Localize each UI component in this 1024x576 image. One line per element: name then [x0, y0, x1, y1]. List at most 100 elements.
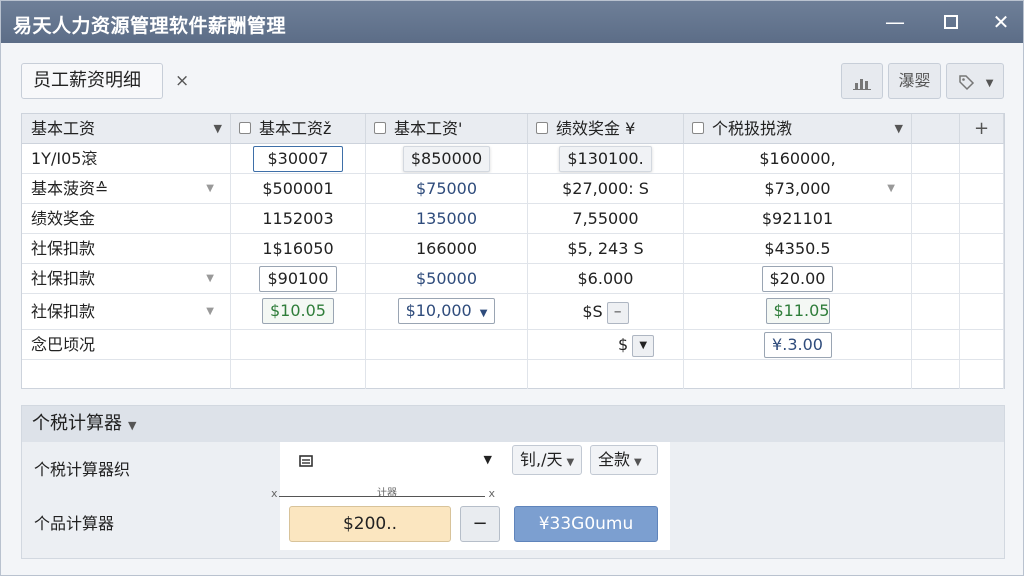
- table-cell[interactable]: $160000,: [684, 144, 912, 173]
- chart-button[interactable]: [841, 63, 883, 99]
- table-cell: [960, 144, 1004, 173]
- table-cell: [960, 174, 1004, 203]
- bar-chart-icon: [853, 78, 871, 90]
- cell-input[interactable]: $90100: [259, 266, 337, 292]
- table-cell[interactable]: $921101: [684, 204, 912, 233]
- toolbar-text-button[interactable]: 瀑婴: [888, 63, 941, 99]
- chevron-down-icon[interactable]: ▼: [632, 334, 655, 357]
- table-cell[interactable]: $ ▼: [528, 330, 684, 359]
- calculator-label-2: 个品计算器: [34, 514, 115, 533]
- table-cell[interactable]: $11.05: [684, 294, 912, 329]
- table-cell[interactable]: $20.00: [684, 264, 912, 293]
- table-cell[interactable]: $5, 243 S: [528, 234, 684, 263]
- chevron-down-icon: ▼: [566, 457, 575, 468]
- minus-button[interactable]: −: [606, 301, 629, 324]
- table-cell[interactable]: 7,55000: [528, 204, 684, 233]
- panel-header[interactable]: 个税计算器 ▼: [22, 406, 1004, 442]
- table-cell[interactable]: $10.05: [231, 294, 366, 329]
- calculator-scale: x 计器 x: [269, 487, 497, 502]
- cell-dropdown-value: $10,000: [405, 301, 472, 320]
- scale-left-mark: x: [271, 487, 278, 500]
- cell-input[interactable]: ¥.3.00: [763, 332, 832, 358]
- cell-value[interactable]: $130100.: [559, 146, 652, 172]
- amount-type-value: 全款: [598, 450, 631, 469]
- amount-type-select[interactable]: 全款 ▼: [590, 445, 658, 475]
- table-cell[interactable]: 1152003: [231, 204, 366, 233]
- table-cell: [912, 204, 960, 233]
- chevron-down-icon: ▼: [634, 457, 642, 468]
- table-cell[interactable]: $75000: [366, 174, 528, 203]
- table-cell[interactable]: $6.000: [528, 264, 684, 293]
- template-select[interactable]: ▼: [289, 445, 499, 475]
- table-cell[interactable]: $27,000: S: [528, 174, 684, 203]
- table-cell[interactable]: $90100: [231, 264, 366, 293]
- chevron-down-icon[interactable]: ▼: [887, 174, 895, 203]
- table-cell[interactable]: $30007: [231, 144, 366, 173]
- table-cell[interactable]: 1$16050: [231, 234, 366, 263]
- column-checkbox[interactable]: [239, 122, 251, 134]
- table-row: [22, 360, 1004, 390]
- chevron-down-icon[interactable]: ▼: [895, 114, 903, 143]
- chevron-down-icon[interactable]: ▼: [206, 264, 214, 293]
- tab-employee-salary[interactable]: 员工薪资明细: [21, 63, 163, 99]
- chevron-down-icon[interactable]: ▼: [206, 174, 214, 203]
- table-cell: [912, 174, 960, 203]
- maximize-icon: [944, 15, 958, 29]
- cell-input[interactable]: $11.05: [765, 298, 830, 324]
- table-cell[interactable]: [366, 330, 528, 359]
- cell-value: $: [618, 335, 629, 354]
- column-header-4[interactable]: 绩效奖金 ¥: [528, 114, 684, 144]
- scale-right-mark: x: [488, 487, 495, 500]
- cell-input[interactable]: $20.00: [761, 266, 834, 292]
- title-bar: 易天人力资源管理软件薪酬管理 — ✕: [1, 1, 1023, 43]
- column-header-1[interactable]: 基本工资 ▼: [22, 114, 231, 144]
- column-checkbox[interactable]: [374, 122, 386, 134]
- table-cell[interactable]: $10,000 ▼: [366, 294, 528, 329]
- column-checkbox[interactable]: [692, 122, 704, 134]
- cell-value[interactable]: $850000: [402, 146, 491, 172]
- column-header-label: 绩效奖金 ¥: [556, 119, 636, 138]
- column-header-5[interactable]: 个税扱捝漖 ▼: [684, 114, 912, 144]
- table-cell: [366, 360, 528, 389]
- chevron-down-icon[interactable]: ▼: [206, 294, 214, 329]
- table-cell[interactable]: $50000: [366, 264, 528, 293]
- table-cell[interactable]: $S −: [528, 294, 684, 329]
- amount-input[interactable]: $200..: [289, 506, 451, 542]
- period-select[interactable]: 钊,/天 ▼: [512, 445, 582, 475]
- row-label-text: 社保扣款: [31, 302, 96, 321]
- table-cell: [960, 360, 1004, 389]
- table-cell[interactable]: $500001: [231, 174, 366, 203]
- calculator-label-1: 个税计算器织: [34, 460, 131, 479]
- table-cell[interactable]: 135000: [366, 204, 528, 233]
- table-cell[interactable]: [231, 330, 366, 359]
- row-label: 社保扣款: [22, 234, 231, 263]
- cell-input[interactable]: $10.05: [262, 298, 334, 324]
- column-checkbox[interactable]: [536, 122, 548, 134]
- table-cell[interactable]: ¥.3.00: [684, 330, 912, 359]
- tag-dropdown-button[interactable]: ▼: [946, 63, 1004, 99]
- tab-close-icon[interactable]: ×: [175, 71, 189, 91]
- cell-value: $S: [582, 302, 603, 321]
- table-cell[interactable]: $4350.5: [684, 234, 912, 263]
- close-button[interactable]: ✕: [979, 7, 1023, 37]
- minus-button[interactable]: −: [460, 506, 500, 542]
- table-cell[interactable]: 166000: [366, 234, 528, 263]
- calculate-result-button[interactable]: ¥33G0umu: [514, 506, 658, 542]
- maximize-button[interactable]: [929, 7, 973, 37]
- add-column-button[interactable]: +: [960, 114, 1004, 144]
- table-cell[interactable]: $130100.: [528, 144, 684, 173]
- chevron-down-icon[interactable]: ▼: [214, 114, 222, 143]
- column-header-label: 基本工资ž: [259, 119, 332, 138]
- table-row: 社保扣款 ▼ $90100 $50000 $6.000 $20.00: [22, 264, 1004, 294]
- table-cell[interactable]: $850000: [366, 144, 528, 173]
- column-header-2[interactable]: 基本工资ž: [231, 114, 366, 144]
- table-cell[interactable]: $73,000 ▼: [684, 174, 912, 203]
- column-header-3[interactable]: 基本工资': [366, 114, 528, 144]
- cell-input[interactable]: $30007: [253, 146, 343, 172]
- chevron-down-icon[interactable]: ▼: [128, 419, 136, 432]
- cell-dropdown[interactable]: $10,000 ▼: [397, 298, 496, 324]
- table-cell: [960, 204, 1004, 233]
- minimize-button[interactable]: —: [873, 7, 917, 37]
- table-cell: [960, 234, 1004, 263]
- table-cell: [960, 264, 1004, 293]
